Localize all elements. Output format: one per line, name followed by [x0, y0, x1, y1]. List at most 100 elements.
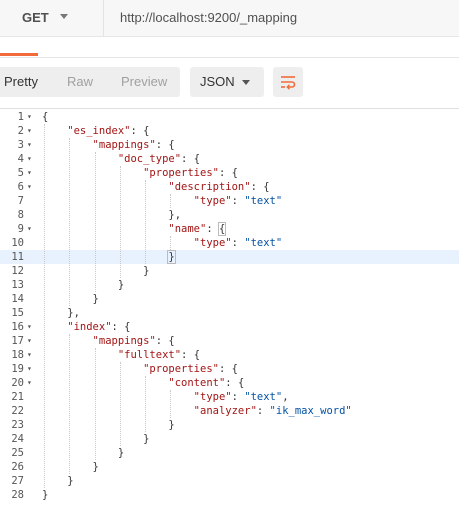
code-text: { [42, 110, 48, 124]
line-number: 28 [11, 489, 24, 501]
line-number: 14 [11, 293, 24, 305]
json-punctuation: : [231, 195, 245, 207]
code-text: }, [67, 306, 80, 320]
json-punctuation: } [92, 461, 99, 473]
code-text: } [118, 446, 124, 460]
code-text: "description": { [168, 180, 269, 194]
code-text: "index": { [67, 320, 130, 334]
line-number: 20 [11, 377, 24, 389]
json-key: "analyzer" [193, 405, 257, 417]
json-key: "content" [168, 377, 226, 389]
fold-toggle-icon[interactable]: ▾ [27, 180, 32, 194]
tab-pretty[interactable]: Pretty [4, 67, 38, 97]
fold-toggle-icon[interactable]: ▾ [27, 376, 32, 390]
json-punctuation: : [256, 405, 270, 417]
json-punctuation: : { [181, 349, 201, 361]
url-input[interactable]: http://localhost:9200/_mapping [120, 10, 297, 25]
code-text: "type": "text" [194, 236, 283, 250]
json-punctuation: } [92, 293, 99, 305]
fold-toggle-icon[interactable]: ▾ [27, 138, 32, 152]
fold-toggle-icon[interactable]: ▾ [27, 334, 32, 348]
line-number: 17 [11, 335, 24, 347]
code-text: "name": { [168, 222, 227, 236]
fold-toggle-icon[interactable]: ▾ [27, 222, 32, 236]
indent-guide [145, 376, 147, 432]
matched-bracket: { [217, 222, 227, 236]
fold-toggle-icon[interactable]: ▾ [27, 124, 32, 138]
code-text: } [42, 488, 48, 502]
code-text: "properties": { [143, 166, 238, 180]
indent-guide [119, 166, 121, 278]
text-cursor [174, 251, 176, 263]
line-number: 27 [11, 475, 24, 487]
json-punctuation: , [282, 391, 289, 403]
method-dropdown[interactable]: GET [0, 0, 104, 36]
json-punctuation: : { [181, 153, 201, 165]
json-punctuation: : [231, 237, 245, 249]
tab-preview[interactable]: Preview [121, 67, 167, 97]
json-punctuation: : [206, 223, 219, 235]
line-number: 7 [17, 195, 24, 207]
json-punctuation: : { [218, 167, 238, 179]
line-number: 24 [11, 433, 24, 445]
chevron-down-icon [60, 14, 68, 19]
line-number: 2 [17, 125, 24, 137]
fold-toggle-icon[interactable]: ▾ [27, 152, 32, 166]
line-number: 11 [11, 251, 24, 263]
format-dropdown[interactable]: JSON [190, 67, 264, 97]
json-punctuation: } [143, 433, 150, 445]
json-key: "type" [193, 195, 232, 207]
code-line: 16 ▾ "index": { [0, 320, 459, 334]
json-punctuation: : { [155, 335, 175, 347]
active-tab-indicator [0, 53, 38, 56]
json-punctuation: } [67, 475, 74, 487]
json-key: "name" [168, 223, 207, 235]
response-body-editor[interactable]: 1 ▾{2 ▾ "es_index": {3 ▾ "mappings": {4 ▾ "doc_… [0, 109, 459, 507]
json-punctuation: }, [168, 209, 182, 221]
fold-toggle-icon[interactable]: ▾ [27, 320, 32, 334]
json-key: "type" [193, 391, 232, 403]
json-key: "type" [193, 237, 232, 249]
chevron-down-icon [242, 80, 250, 85]
code-text: "type": "text" [194, 194, 283, 208]
indent-guide [119, 362, 121, 446]
code-text: "mappings": { [93, 138, 175, 152]
json-punctuation: : { [155, 139, 175, 151]
json-key: "fulltext" [117, 349, 182, 361]
indent-guide [94, 152, 96, 292]
json-key: "mappings" [92, 335, 156, 347]
code-line: 1 ▾ { [0, 110, 459, 124]
json-punctuation: } [117, 279, 125, 291]
tab-raw[interactable]: Raw [67, 67, 93, 97]
code-text: "properties": { [143, 362, 238, 376]
code-text: "analyzer": "ik_max_word" [194, 404, 352, 418]
method-label: GET [22, 10, 49, 25]
json-punctuation: : { [130, 125, 150, 137]
code-line: 27} [0, 474, 459, 488]
code-text: } [167, 250, 176, 264]
code-text: "fulltext": { [118, 348, 200, 362]
indent-guide [170, 390, 172, 418]
wrap-lines-button[interactable] [273, 67, 303, 97]
fold-toggle-icon[interactable]: ▾ [27, 110, 32, 124]
json-punctuation: } [168, 419, 175, 431]
line-number: 9 [17, 223, 24, 235]
fold-toggle-icon[interactable]: ▾ [27, 362, 32, 376]
line-number: 16 [11, 321, 24, 333]
json-string-value: "text" [244, 195, 283, 207]
fold-toggle-icon[interactable]: ▾ [27, 348, 32, 362]
json-key: "es_index" [67, 125, 131, 137]
line-number: 13 [11, 279, 24, 291]
line-number: 3 [17, 139, 24, 151]
json-punctuation: : { [225, 377, 245, 389]
json-key: "mappings" [92, 139, 156, 151]
fold-toggle-icon[interactable]: ▾ [27, 166, 32, 180]
code-text: } [118, 278, 124, 292]
code-line: 28} [0, 488, 459, 502]
indent-guide [170, 194, 172, 208]
json-punctuation: : { [218, 363, 238, 375]
code-text: "mappings": { [93, 334, 175, 348]
code-text: "content": { [168, 376, 244, 390]
line-number: 12 [11, 265, 24, 277]
view-mode-switch: Pretty Raw Preview [0, 67, 180, 97]
